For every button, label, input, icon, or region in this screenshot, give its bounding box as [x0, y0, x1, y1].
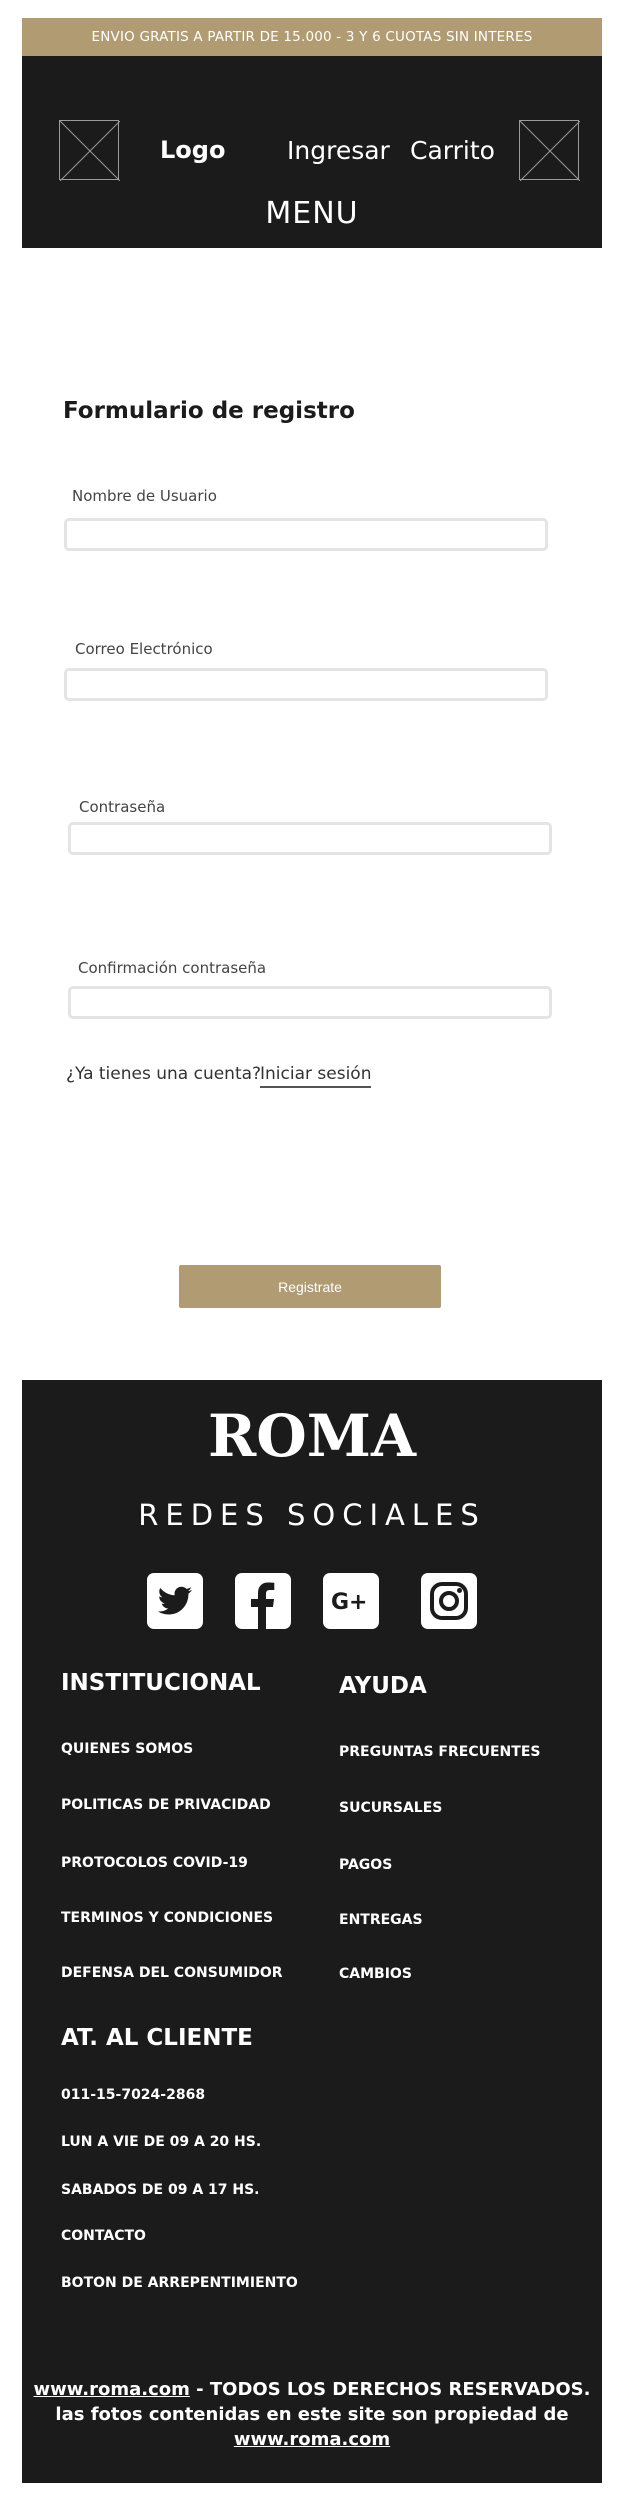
svg-text:G+: G+ — [331, 1590, 368, 1615]
twitter-icon[interactable] — [147, 1573, 203, 1629]
site-footer: ROMA REDES SOCIALES G+ INSTITUCIONAL QUI… — [22, 1380, 602, 2483]
google-plus-icon[interactable]: G+ — [323, 1573, 379, 1629]
copyright: www.roma.com - TODOS LOS DERECHOS RESERV… — [22, 2377, 602, 2452]
footer-link-protocolos-covid[interactable]: PROTOCOLOS COVID-19 — [61, 1855, 248, 1871]
password-confirm-label: Confirmación contraseña — [78, 959, 267, 977]
footer-link-defensa-consumidor[interactable]: DEFENSA DEL CONSUMIDOR — [61, 1965, 283, 1981]
footer-link-sucursales[interactable]: SUCURSALES — [339, 1800, 442, 1816]
promo-banner: ENVIO GRATIS A PARTIR DE 15.000 - 3 Y 6 … — [22, 18, 602, 56]
username-input[interactable] — [64, 518, 548, 551]
password-input[interactable] — [68, 822, 552, 855]
password-confirm-input[interactable] — [68, 986, 552, 1019]
email-input[interactable] — [64, 668, 548, 701]
footer-link-arrepentimiento[interactable]: BOTON DE ARREPENTIMIENTO — [61, 2275, 298, 2291]
email-label: Correo Electrónico — [75, 640, 213, 658]
footer-link-quienes-somos[interactable]: QUIENES SOMOS — [61, 1741, 193, 1757]
phone-number: 011-15-7024-2868 — [61, 2087, 206, 2103]
footer-link-contacto[interactable]: CONTACTO — [61, 2228, 146, 2244]
ayuda-title: AYUDA — [339, 1673, 427, 1699]
cliente-title: AT. AL CLIENTE — [61, 2025, 253, 2051]
hours-weekdays: LUN A VIE DE 09 A 20 HS. — [61, 2134, 262, 2150]
form-title: Formulario de registro — [63, 398, 355, 424]
login-link[interactable]: Ingresar — [287, 136, 390, 165]
facebook-icon[interactable] — [235, 1573, 291, 1629]
copyright-photos: las fotos contenidas en este site son pr… — [55, 2404, 569, 2425]
password-label: Contraseña — [79, 798, 166, 816]
login-session-link[interactable]: Iniciar sesión — [260, 1064, 372, 1088]
footer-link-cambios[interactable]: CAMBIOS — [339, 1966, 412, 1982]
username-label: Nombre de Usuario — [72, 487, 217, 505]
register-button[interactable]: Registrate — [179, 1265, 441, 1308]
instagram-icon[interactable] — [421, 1573, 477, 1629]
footer-link-entregas[interactable]: ENTREGAS — [339, 1912, 423, 1928]
footer-link-pagos[interactable]: PAGOS — [339, 1857, 392, 1873]
institucional-title: INSTITUCIONAL — [61, 1670, 261, 1696]
footer-link-terminos[interactable]: TERMINOS Y CONDICIONES — [61, 1910, 273, 1926]
footer-link-politicas-privacidad[interactable]: POLITICAS DE PRIVACIDAD — [61, 1797, 271, 1813]
hours-saturday: SABADOS DE 09 A 17 HS. — [61, 2182, 260, 2198]
image-placeholder-icon[interactable] — [59, 120, 120, 181]
logo[interactable]: Logo — [160, 136, 225, 164]
account-question: ¿Ya tienes una cuenta? — [66, 1064, 262, 1084]
menu-button[interactable]: MENU — [22, 196, 602, 231]
promo-text: ENVIO GRATIS A PARTIR DE 15.000 - 3 Y 6 … — [91, 29, 533, 45]
site-link[interactable]: www.roma.com — [34, 2379, 190, 2400]
cart-link[interactable]: Carrito — [410, 136, 495, 165]
footer-brand: ROMA — [208, 1402, 416, 1470]
site-header: Logo Ingresar Carrito MENU — [22, 56, 602, 248]
social-title: REDES SOCIALES — [138, 1498, 486, 1532]
site-link-2[interactable]: www.roma.com — [234, 2429, 390, 2450]
copyright-rights: - TODOS LOS DERECHOS RESERVADOS. — [189, 2379, 591, 2400]
footer-link-preguntas-frecuentes[interactable]: PREGUNTAS FRECUENTES — [339, 1744, 540, 1760]
image-placeholder-icon[interactable] — [519, 120, 580, 181]
